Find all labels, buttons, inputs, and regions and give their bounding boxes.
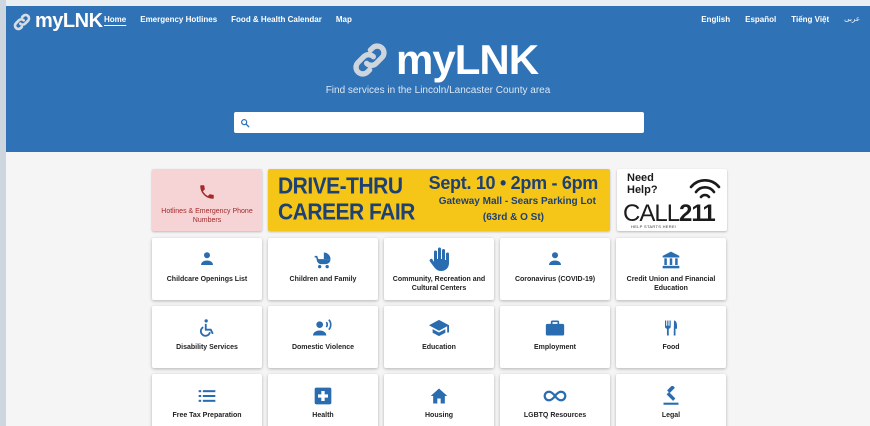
tile-health[interactable]: Health bbox=[268, 374, 378, 426]
tile-domestic-violence[interactable]: Domestic Violence bbox=[268, 306, 378, 368]
speaking-person-icon bbox=[313, 319, 332, 336]
tile-label: Domestic Violence bbox=[291, 344, 355, 351]
medical-cross-icon bbox=[314, 387, 332, 405]
gavel-icon bbox=[663, 386, 679, 405]
nav-food-health-calendar[interactable]: Food & Health Calendar bbox=[231, 15, 322, 24]
hotlines-label: Hotlines & Emergency Phone Numbers bbox=[161, 208, 253, 224]
hotlines-banner[interactable]: Hotlines & Emergency Phone Numbers bbox=[152, 169, 262, 231]
tile-label: Housing bbox=[425, 412, 453, 419]
need-text: Need bbox=[627, 172, 654, 184]
tile-education[interactable]: Education bbox=[384, 306, 494, 368]
tile-food[interactable]: Food bbox=[616, 306, 726, 368]
career-place: Gateway Mall - Sears Parking Lot bbox=[438, 196, 596, 207]
tile-housing[interactable]: Housing bbox=[384, 374, 494, 426]
stroller-icon bbox=[314, 252, 331, 269]
tile-label: LGBTQ Resources bbox=[523, 412, 587, 419]
tile-label: Coronavirus (COVID-19) bbox=[514, 276, 596, 283]
home-icon bbox=[430, 388, 448, 404]
call-text: CALL bbox=[623, 200, 680, 227]
tagline: Find services in the Lincoln/Lancaster C… bbox=[325, 85, 551, 96]
career-line1: DRIVE-THRU bbox=[278, 173, 403, 200]
chain-link-icon bbox=[13, 13, 31, 30]
tile-legal[interactable]: Legal bbox=[616, 374, 726, 426]
tile-label: Childcare Openings List bbox=[166, 276, 248, 283]
number-211: 211 bbox=[679, 200, 716, 227]
tile-free-tax-prep[interactable]: Free Tax Preparation bbox=[152, 374, 262, 426]
tile-label: Disability Services bbox=[176, 344, 238, 351]
phone-icon bbox=[200, 185, 214, 199]
site-header: myLNK Home Emergency Hotlines Food & Hea… bbox=[6, 6, 870, 152]
chain-link-icon bbox=[353, 43, 387, 77]
language-switcher: English Español Tiếng Việt عربى bbox=[701, 15, 860, 24]
tile-label: Free Tax Preparation bbox=[172, 412, 242, 419]
tile-label: Community, Recreation and Cultural Cente… bbox=[392, 276, 486, 292]
top-logo[interactable]: myLNK bbox=[12, 10, 103, 33]
lang-vietnamese[interactable]: Tiếng Việt bbox=[791, 15, 829, 24]
lang-arabic[interactable]: عربى bbox=[844, 15, 860, 24]
tile-lgbtq-resources[interactable]: LGBTQ Resources bbox=[500, 374, 610, 426]
wheelchair-icon bbox=[199, 319, 214, 337]
hand-icon bbox=[429, 247, 449, 271]
nav-home[interactable]: Home bbox=[104, 15, 126, 24]
career-address: (63rd & O St) bbox=[482, 212, 544, 223]
tile-childcare-openings[interactable]: Childcare Openings List bbox=[152, 238, 262, 300]
list-icon bbox=[198, 390, 216, 402]
career-fair-banner[interactable]: DRIVE-THRU CAREER FAIR Sept. 10 • 2pm - … bbox=[268, 169, 610, 231]
tile-label: Credit Union and Financial Education bbox=[626, 276, 716, 292]
tile-label: Education bbox=[422, 344, 456, 351]
tile-children-family[interactable]: Children and Family bbox=[268, 238, 378, 300]
tile-label: Children and Family bbox=[289, 276, 357, 283]
help-text: Help? bbox=[627, 184, 658, 196]
need-help-text: Need Help? bbox=[627, 172, 658, 196]
tile-credit-union[interactable]: Credit Union and Financial Education bbox=[616, 238, 726, 300]
call-211-banner[interactable]: Need Help? CALL211 HELP STARTS HERE! bbox=[617, 169, 727, 231]
search-icon bbox=[241, 118, 250, 127]
tile-label: Health bbox=[312, 412, 334, 419]
hero-logo: myLNK bbox=[350, 36, 539, 84]
tile-coronavirus[interactable]: Coronavirus (COVID-19) bbox=[500, 238, 610, 300]
main-nav: Home Emergency Hotlines Food & Health Ca… bbox=[104, 15, 352, 24]
hero-logo-text: myLNK bbox=[396, 36, 539, 83]
tile-disability-services[interactable]: Disability Services bbox=[152, 306, 262, 368]
lang-english[interactable]: English bbox=[701, 15, 730, 24]
briefcase-icon bbox=[545, 320, 565, 336]
career-date: Sept. 10 • 2pm - 6pm bbox=[428, 173, 599, 193]
tile-label: Food bbox=[662, 344, 680, 351]
bank-icon bbox=[662, 251, 680, 269]
call-211-tagline: HELP STARTS HERE! bbox=[631, 224, 677, 229]
search-input[interactable] bbox=[256, 117, 636, 128]
tile-label: Legal bbox=[661, 412, 681, 419]
tile-employment[interactable]: Employment bbox=[500, 306, 610, 368]
graduation-cap-icon bbox=[429, 319, 449, 337]
infinity-icon bbox=[543, 390, 567, 402]
logo-text: myLNK bbox=[35, 10, 103, 32]
utensils-icon bbox=[664, 320, 677, 336]
search-bar[interactable] bbox=[234, 112, 644, 133]
tile-label: Employment bbox=[533, 344, 576, 351]
tile-community-recreation[interactable]: Community, Recreation and Cultural Cente… bbox=[384, 238, 494, 300]
career-line2: CAREER FAIR bbox=[278, 199, 415, 226]
nav-emergency-hotlines[interactable]: Emergency Hotlines bbox=[140, 15, 217, 24]
lang-espanol[interactable]: Español bbox=[745, 15, 776, 24]
person-icon bbox=[201, 252, 213, 265]
nav-map[interactable]: Map bbox=[336, 15, 352, 24]
person-icon bbox=[549, 252, 561, 265]
